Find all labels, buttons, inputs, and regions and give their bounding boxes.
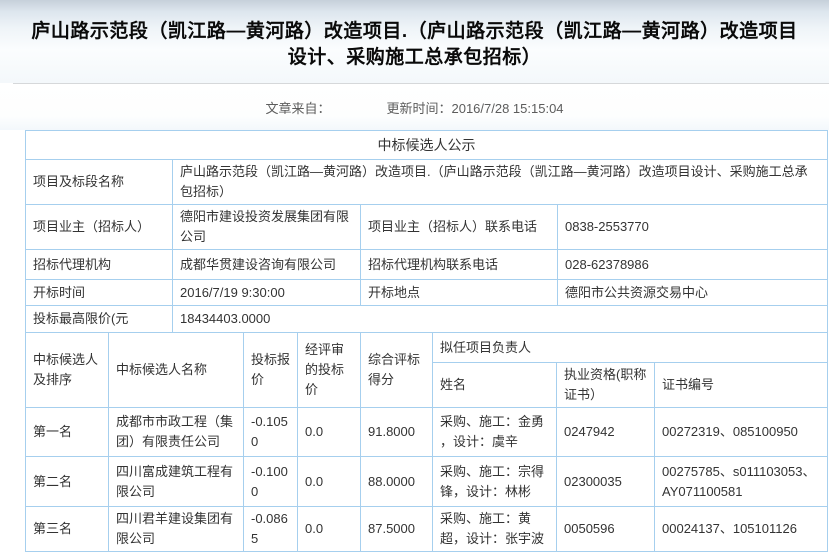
candidate-bid-price: -0.1050: [244, 408, 298, 457]
candidate-qualification: 0247942: [557, 408, 655, 457]
candidate-manager: 采购、施工：金勇 ，设计：虞辛: [433, 408, 557, 457]
candidate-name: 四川君羊建设集团有限公司: [109, 507, 244, 552]
agency-phone-value: 028-62378986: [558, 250, 828, 280]
article-source-label: 文章来自：: [265, 98, 330, 117]
candidate-bid-price: -0.1000: [244, 457, 298, 507]
agency-label: 招标代理机构: [26, 250, 173, 280]
col-header-manager-group: 拟任项目负责人: [433, 333, 828, 363]
update-time-label: 更新时间：: [386, 101, 451, 116]
agency-value: 成都华贯建设咨询有限公司: [173, 250, 361, 280]
candidate-qualification: 0050596: [557, 507, 655, 552]
table-row: 投标最高限价(元 18434403.0000: [26, 306, 828, 333]
candidate-name: 成都市市政工程（集团）有限责任公司: [109, 408, 244, 457]
table-row: 招标代理机构 成都华贯建设咨询有限公司 招标代理机构联系电话 028-62378…: [26, 250, 828, 280]
article-update-time: 更新时间：2016/7/28 15:15:04: [386, 98, 563, 117]
candidate-score: 87.5000: [361, 507, 433, 552]
table-row: 中标候选人公示: [26, 131, 828, 160]
candidate-rank: 第二名: [26, 457, 109, 507]
candidate-row: 第三名 四川君羊建设集团有限公司 -0.0865 0.0 87.5000 采购、…: [26, 507, 828, 552]
candidates-header-row: 中标候选人及排序 中标候选人名称 投标报价 经评审的投标价 综合评标得分 拟任项…: [26, 333, 828, 363]
table-row: 项目及标段名称 庐山路示范段（凯江路—黄河路）改造项目.（庐山路示范段（凯江路—…: [26, 160, 828, 205]
col-header-cert-no: 证书编号: [655, 363, 828, 408]
candidate-bid-price: -0.0865: [244, 507, 298, 552]
candidate-cert-no: 00272319、085100950: [655, 408, 828, 457]
candidate-name: 四川富成建筑工程有限公司: [109, 457, 244, 507]
candidate-manager: 采购、施工：宗得锋，设计：林彬: [433, 457, 557, 507]
candidate-score: 91.8000: [361, 408, 433, 457]
col-header-name: 中标候选人名称: [109, 333, 244, 408]
col-header-manager-name: 姓名: [433, 363, 557, 408]
page-title: 庐山路示范段（凯江路—黄河路）改造项目.（庐山路示范段（凯江路—黄河路）改造项目…: [0, 13, 829, 71]
candidate-row: 第二名 四川富成建筑工程有限公司 -0.1000 0.0 88.0000 采购、…: [26, 457, 828, 507]
owner-label: 项目业主（招标人）: [26, 205, 173, 250]
open-time-label: 开标时间: [26, 280, 173, 306]
update-time-value: 2016/7/28 15:15:04: [451, 101, 563, 116]
article-meta-row: 文章来自： 更新时间：2016/7/28 15:15:04: [0, 84, 829, 130]
owner-phone-value: 0838-2553770: [558, 205, 828, 250]
open-time-value: 2016/7/19 9:30:00: [173, 280, 361, 306]
col-header-rank: 中标候选人及排序: [26, 333, 109, 408]
max-price-value: 18434403.0000: [173, 306, 828, 333]
candidate-cert-no: 00275785、s011103053、AY071100581: [655, 457, 828, 507]
candidate-rank: 第三名: [26, 507, 109, 552]
candidate-rank: 第一名: [26, 408, 109, 457]
agency-phone-label: 招标代理机构联系电话: [361, 250, 558, 280]
candidate-score: 88.0000: [361, 457, 433, 507]
candidate-evaluated-price: 0.0: [298, 457, 361, 507]
col-header-evaluated-price: 经评审的投标价: [298, 333, 361, 408]
notice-info-table: 中标候选人公示 项目及标段名称 庐山路示范段（凯江路—黄河路）改造项目.（庐山路…: [25, 130, 828, 333]
open-place-label: 开标地点: [361, 280, 558, 306]
candidate-row: 第一名 成都市市政工程（集团）有限责任公司 -0.1050 0.0 91.800…: [26, 408, 828, 457]
project-name-value: 庐山路示范段（凯江路—黄河路）改造项目.（庐山路示范段（凯江路—黄河路）改造项目…: [173, 160, 828, 205]
candidate-manager: 采购、施工：黄超，设计：张宇波: [433, 507, 557, 552]
candidates-table: 中标候选人及排序 中标候选人名称 投标报价 经评审的投标价 综合评标得分 拟任项…: [25, 332, 828, 552]
notice-title: 中标候选人公示: [26, 131, 828, 160]
col-header-score: 综合评标得分: [361, 333, 433, 408]
table-row: 开标时间 2016/7/19 9:30:00 开标地点 德阳市公共资源交易中心: [26, 280, 828, 306]
table-row: 项目业主（招标人） 德阳市建设投资发展集团有限公司 项目业主（招标人）联系电话 …: [26, 205, 828, 250]
owner-phone-label: 项目业主（招标人）联系电话: [361, 205, 558, 250]
col-header-qualification: 执业资格(职称证书）: [557, 363, 655, 408]
page-header-banner: 庐山路示范段（凯江路—黄河路）改造项目.（庐山路示范段（凯江路—黄河路）改造项目…: [0, 0, 829, 83]
candidate-evaluated-price: 0.0: [298, 408, 361, 457]
owner-value: 德阳市建设投资发展集团有限公司: [173, 205, 361, 250]
candidate-cert-no: 00024137、105101126: [655, 507, 828, 552]
max-price-label: 投标最高限价(元: [26, 306, 173, 333]
candidate-qualification: 02300035: [557, 457, 655, 507]
candidate-evaluated-price: 0.0: [298, 507, 361, 552]
project-name-label: 项目及标段名称: [26, 160, 173, 205]
open-place-value: 德阳市公共资源交易中心: [558, 280, 828, 306]
col-header-bid-price: 投标报价: [244, 333, 298, 408]
